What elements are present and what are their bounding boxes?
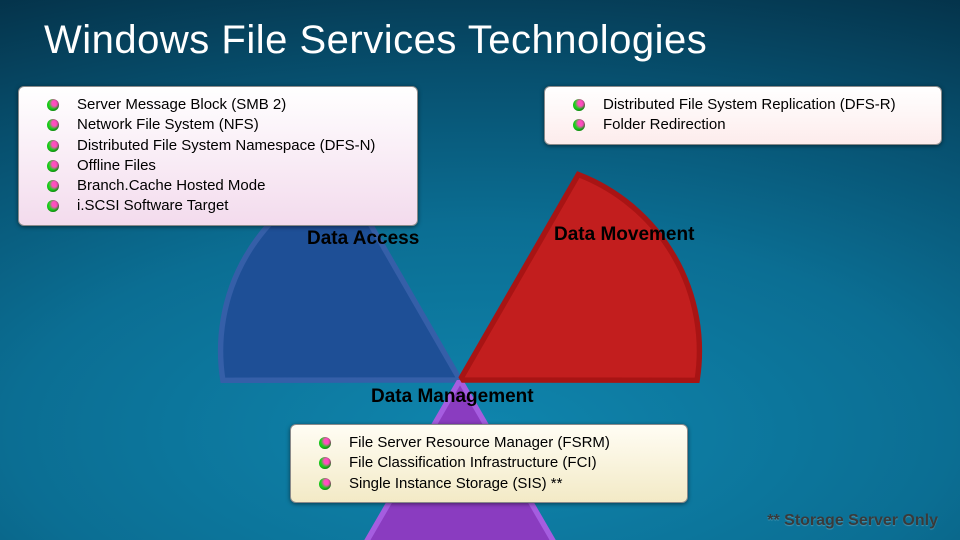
list-item: Server Message Block (SMB 2) [25, 95, 407, 115]
box-data-management: File Server Resource Manager (FSRM) File… [290, 424, 688, 503]
bullet-icon [573, 99, 585, 111]
bullet-icon [47, 200, 59, 212]
list-item: Folder Redirection [551, 115, 931, 135]
segment-label-access: Data Access [307, 228, 419, 250]
bullet-icon [319, 478, 331, 490]
list-item: Single Instance Storage (SIS) ** [297, 474, 677, 494]
segment-label-management: Data Management [371, 386, 534, 408]
page-title: Windows File Services Technologies [44, 18, 707, 63]
list-item: Branch.Cache Hosted Mode [25, 176, 407, 196]
bullet-icon [319, 457, 331, 469]
list-item: Network File System (NFS) [25, 115, 407, 135]
bullet-icon [47, 180, 59, 192]
box-data-access: Server Message Block (SMB 2) Network Fil… [18, 86, 418, 226]
bullet-icon [573, 119, 585, 131]
footnote: ** Storage Server Only [767, 512, 938, 530]
bullet-icon [47, 119, 59, 131]
box-data-movement: Distributed File System Replication (DFS… [544, 86, 942, 145]
list-item: File Server Resource Manager (FSRM) [297, 433, 677, 453]
list-item: Distributed File System Replication (DFS… [551, 95, 931, 115]
bullet-icon [47, 140, 59, 152]
list-item: File Classification Infrastructure (FCI) [297, 453, 677, 473]
segment-label-movement: Data Movement [554, 224, 694, 246]
list-item: Offline Files [25, 156, 407, 176]
bullet-icon [47, 160, 59, 172]
bullet-icon [47, 99, 59, 111]
bullet-icon [319, 437, 331, 449]
list-item: Distributed File System Namespace (DFS-N… [25, 136, 407, 156]
list-item: i.SCSI Software Target [25, 196, 407, 216]
